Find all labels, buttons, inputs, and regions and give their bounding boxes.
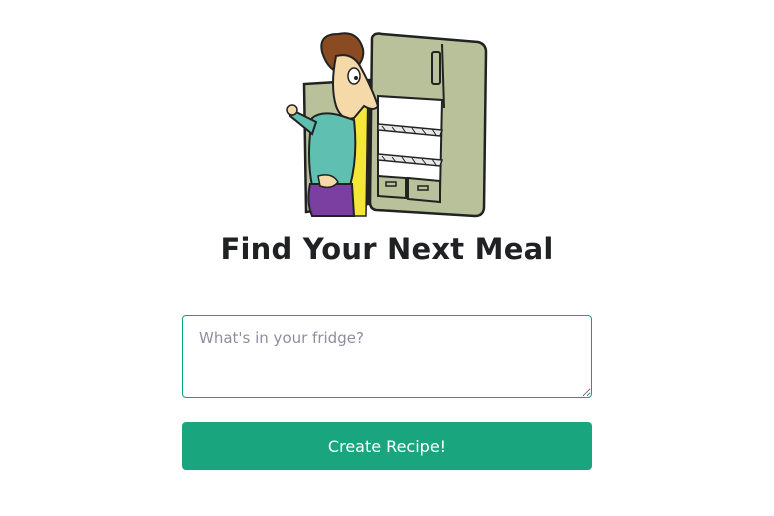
ingredients-input[interactable] (182, 315, 592, 398)
fridge-illustration (286, 32, 488, 218)
create-recipe-button[interactable]: Create Recipe! (182, 422, 592, 470)
recipe-page: Find Your Next Meal Create Recipe! (0, 0, 774, 516)
page-title: Find Your Next Meal (220, 232, 554, 266)
man-character (286, 32, 380, 217)
